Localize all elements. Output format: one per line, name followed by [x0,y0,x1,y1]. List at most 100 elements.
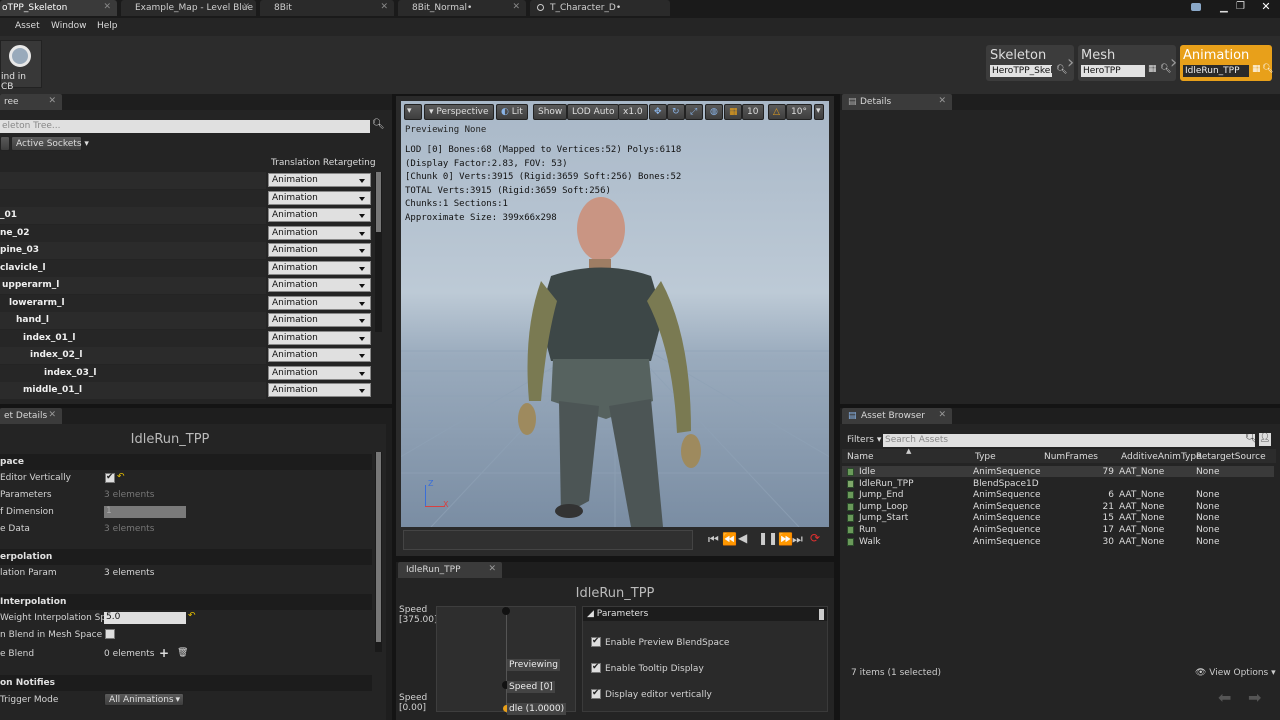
tab-t-character[interactable]: T_Character_D• [530,0,670,16]
display-vertical-checkbox[interactable] [591,688,601,699]
viewport-menu-button[interactable]: ▾ [814,104,824,120]
close-icon[interactable]: ✕ [512,2,520,12]
column-header[interactable]: NumFrames [1044,452,1098,462]
mode-animation-value[interactable]: IdleRun_TPP [1183,65,1249,77]
rotate-tool-button[interactable]: ↻ [667,104,685,120]
play-reverse-icon[interactable]: ◀ [738,531,747,545]
close-icon[interactable]: ✕ [48,96,56,106]
retarget-dropdown[interactable]: Animation [268,260,371,275]
close-icon[interactable]: ✕ [103,2,111,12]
skip-start-icon[interactable]: ⏮ [708,532,719,547]
grid-snap-button[interactable]: ▦ [724,104,742,120]
show-button[interactable]: Show [533,104,568,120]
retarget-dropdown[interactable]: Animation [268,365,371,380]
back-arrow-icon[interactable]: ⬅ [1218,688,1231,707]
retarget-dropdown[interactable]: Animation [268,295,371,310]
forward-arrow-icon[interactable]: ➡ [1248,688,1261,707]
bone-row[interactable] [0,172,266,189]
section-input-interpolation[interactable]: Interpolation [0,594,372,610]
retarget-dropdown[interactable]: Animation [268,190,371,205]
column-header[interactable]: AdditiveAnimType [1121,452,1202,462]
section-notifies[interactable]: on Notifies [0,675,372,691]
section-interpolation[interactable]: erpolation [0,549,372,565]
blendspace-tab[interactable]: IdleRun_TPP ✕ [398,562,502,578]
retarget-dropdown[interactable]: Animation [268,330,371,345]
skip-end-icon[interactable]: ⏭ [792,532,803,547]
world-icon[interactable]: ◍ [705,104,723,120]
tab-skeleton[interactable]: oTPP_Skeleton ✕ [0,0,117,16]
trigger-mode-dropdown[interactable]: All Animations ▾ [104,693,184,706]
menu-asset[interactable]: Asset [15,21,40,31]
angle-snap-button[interactable]: △ [768,104,786,120]
mode-skeleton-button[interactable]: Skeleton HeroTPP_Skele 🔍︎ [986,45,1074,81]
weight-speed-input[interactable]: 5.0 [104,612,186,624]
skeleton-tree-tab[interactable]: ree ✕ [0,94,62,110]
chat-icon[interactable] [1191,3,1201,11]
close-window-icon[interactable]: ✕ [1254,0,1278,14]
search-icon[interactable]: 🔍︎ [372,119,385,130]
viewport[interactable]: ▾ ▾ Perspective ◐ Lit Show LOD Auto x1.0… [401,101,829,527]
retarget-dropdown[interactable]: Animation [268,383,371,397]
search-icon[interactable]: 🔍︎ [1056,65,1067,75]
retarget-dropdown[interactable]: Animation [268,348,371,362]
search-icon[interactable]: 🔍︎ [1262,64,1273,74]
tab-8bit-normal[interactable]: 8Bit_Normal• ✕ [398,0,526,16]
filter-button[interactable] [0,136,10,151]
bone-row[interactable] [0,364,266,382]
close-icon[interactable]: ✕ [938,96,946,106]
reset-icon[interactable]: ↶ [117,472,125,482]
speed-button[interactable]: x1.0 [618,104,648,120]
skeleton-search-input[interactable]: eleton Tree... [0,120,370,133]
retarget-dropdown[interactable]: Animation [268,208,371,222]
minimize-icon[interactable]: ▁ [1220,2,1228,13]
enable-tooltip-checkbox[interactable] [591,662,601,673]
grid-snap-value[interactable]: 10 [742,104,764,120]
retarget-dropdown[interactable]: Animation [268,173,371,187]
editor-vertically-checkbox[interactable] [105,472,115,483]
viewport-options-button[interactable]: ▾ [404,104,422,120]
details-tab[interactable]: ▤ Details ✕ [842,94,952,110]
angle-snap-value[interactable]: 10° [786,104,812,120]
menu-help[interactable]: Help [97,21,118,31]
step-back-icon[interactable]: ⏪ [722,532,737,546]
asset-details-tab[interactable]: et Details ✕ [0,408,62,424]
mode-mesh-button[interactable]: Mesh HeroTPP ▦ 🔍︎ [1078,45,1176,81]
bone-row[interactable] [0,207,266,224]
tab-8bit[interactable]: 8Bit ✕ [260,0,394,16]
bone-row[interactable] [0,242,266,259]
bone-row[interactable] [0,189,266,207]
close-icon[interactable]: ✕ [488,564,496,574]
column-header[interactable]: RetargetSource [1196,452,1266,462]
retarget-dropdown[interactable]: Animation [268,313,371,327]
close-icon[interactable]: ✕ [242,2,250,12]
reset-icon[interactable]: ↶ [188,611,196,621]
parameters-header[interactable]: ◢ Parameters [583,607,827,621]
trash-icon[interactable]: 🗑︎ [177,648,188,658]
dimension-input[interactable]: 1 [104,506,186,518]
retarget-dropdown[interactable]: Animation [268,243,371,257]
loop-icon[interactable]: ⟳ [810,531,820,545]
timeline-scrubber[interactable] [403,530,693,550]
move-tool-button[interactable]: ✥ [649,104,667,120]
tab-example-map[interactable]: Example_Map - Level Blue ✕ [121,0,256,16]
mode-mesh-value[interactable]: HeroTPP [1081,65,1145,77]
active-sockets-dropdown[interactable]: Active Sockets ▾ [11,136,89,151]
scrollbar-thumb[interactable] [376,452,381,642]
pause-icon[interactable]: ❚❚ [758,531,778,545]
scrollbar[interactable] [375,452,382,652]
close-icon[interactable]: ✕ [48,410,56,420]
blend-sample-point[interactable] [502,607,510,615]
blend-grid[interactable]: Previewing Speed [0] dle (1.0000) [436,606,576,715]
section-blendspace[interactable]: pace [0,454,372,470]
asset-search-input[interactable]: Search Assets [883,434,1255,447]
scrollbar[interactable] [375,172,382,332]
close-icon[interactable]: ✕ [380,2,388,12]
perspective-button[interactable]: ▾ Perspective [424,104,494,120]
asset-browser-tab[interactable]: ▤ Asset Browser ✕ [842,408,952,424]
maximize-icon[interactable]: ❐ [1236,1,1245,12]
menu-window[interactable]: Window [51,21,87,31]
find-in-cb-button[interactable]: ind in CB [0,40,42,92]
add-icon[interactable]: + [159,646,169,660]
grid-icon[interactable]: ▦ [1148,64,1157,74]
user-icon[interactable]: 👤︎ [1259,433,1271,446]
